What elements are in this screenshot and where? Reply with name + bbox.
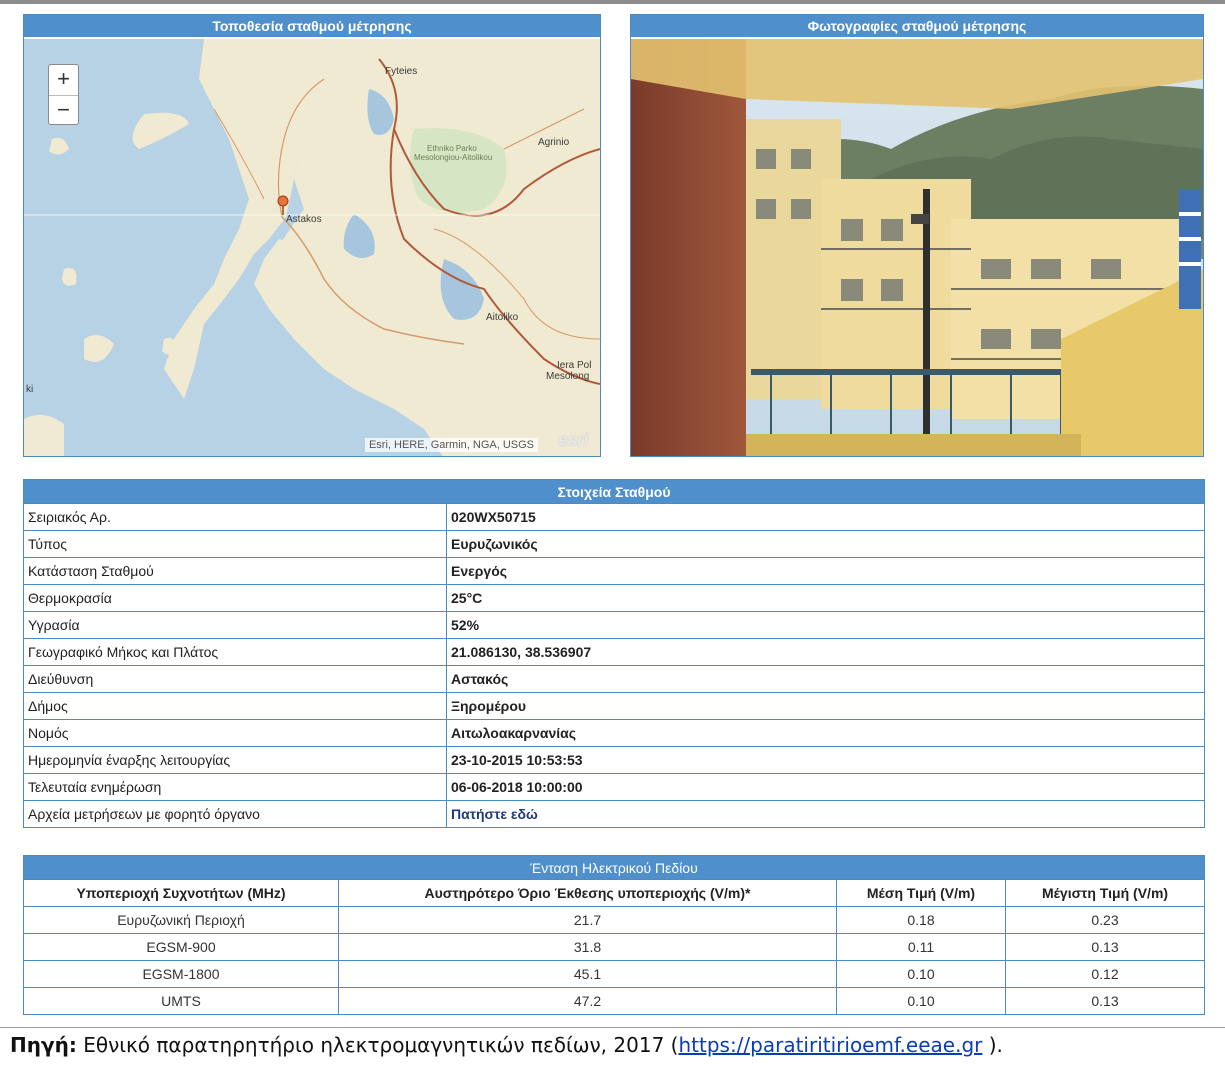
field-row: EGSM-1800 45.1 0.10 0.12: [23, 960, 1205, 988]
map-label-astakos: Astakos: [286, 214, 322, 225]
map-canvas[interactable]: [24, 39, 600, 456]
map-label-mesolongi: Mesolong: [546, 371, 590, 382]
station-row-value: Αιτωλοακαρνανίας: [446, 719, 1205, 747]
station-row-value: Αστακός: [446, 665, 1205, 693]
station-row-value: Ενεργός: [446, 557, 1205, 585]
zoom-in-button[interactable]: +: [49, 65, 78, 95]
station-details-table: Στοιχεία Σταθμού Σειριακός Αρ. 020WX50715…: [23, 479, 1205, 828]
map-view[interactable]: Fyteies Agrinio Ethniko Parko Mesolongio…: [24, 39, 600, 456]
station-row-value: Ξηρομέρου: [446, 692, 1205, 720]
station-row: Ημερομηνία έναρξης λειτουργίας 23-10-2015…: [23, 746, 1205, 774]
field-row: EGSM-900 31.8 0.11 0.13: [23, 933, 1205, 961]
field-band-cell: UMTS: [23, 987, 339, 1015]
station-row-value: 21.086130, 38.536907: [446, 638, 1205, 666]
field-row: Ευρυζωνική Περιοχή 21.7 0.18 0.23: [23, 906, 1205, 934]
station-row-label: Δήμος: [23, 692, 447, 720]
station-row-label: Διεύθυνση: [23, 665, 447, 693]
zoom-out-button[interactable]: −: [49, 95, 78, 125]
station-photo-image: [631, 39, 1203, 456]
station-row-value: 020WX50715: [446, 503, 1205, 531]
station-row-value: 06-06-2018 10:00:00: [446, 773, 1205, 801]
field-band-cell: Ευρυζωνική Περιοχή: [23, 906, 339, 934]
station-row-label: Τελευταία ενημέρωση: [23, 773, 447, 801]
field-max-cell: 0.13: [1005, 987, 1205, 1015]
esri-logo: esri: [557, 430, 589, 450]
map-label-ki: ki: [26, 384, 34, 395]
map-label-fyteies: Fyteies: [385, 66, 418, 77]
station-table-title: Στοιχεία Σταθμού: [23, 479, 1205, 504]
photo-panel-title: Φωτογραφίες σταθμού μέτρησης: [631, 15, 1203, 37]
field-band-cell: EGSM-900: [23, 933, 339, 961]
station-row: Τύπος Ευρυζωνικός: [23, 530, 1205, 558]
field-max-cell: 0.13: [1005, 933, 1205, 961]
map-label-aitoliko: Aitoliko: [486, 312, 519, 323]
map-label-agrinio: Agrinio: [538, 137, 570, 148]
station-row-value: 52%: [446, 611, 1205, 639]
station-row: Γεωγραφικό Μήκος και Πλάτος 21.086130, 38…: [23, 638, 1205, 666]
station-row-label: Θερμοκρασία: [23, 584, 447, 612]
field-max-cell: 0.12: [1005, 960, 1205, 988]
source-link[interactable]: https://paratiritirioemf.eeae.gr: [678, 1033, 982, 1057]
station-row: Κατάσταση Σταθμού Ενεργός: [23, 557, 1205, 585]
station-photo[interactable]: [631, 39, 1203, 456]
field-limit-cell: 31.8: [338, 933, 837, 961]
field-mean-cell: 0.10: [836, 987, 1006, 1015]
station-row: Θερμοκρασία 25°C: [23, 584, 1205, 612]
field-strength-table: Ένταση Ηλεκτρικού Πεδίου Υποπεριοχή Συχν…: [23, 855, 1205, 1015]
station-row-label: Νομός: [23, 719, 447, 747]
map-label-park: Ethniko Parko: [427, 144, 477, 153]
station-row-value: 25°C: [446, 584, 1205, 612]
map-panel-title: Τοποθεσία σταθμού μέτρησης: [24, 15, 600, 37]
station-row: Αρχεία μετρήσεων με φορητό όργανο Πατήστε…: [23, 800, 1205, 828]
station-row-label: Κατάσταση Σταθμού: [23, 557, 447, 585]
station-row: Δήμος Ξηρομέρου: [23, 692, 1205, 720]
field-row: UMTS 47.2 0.10 0.13: [23, 987, 1205, 1015]
source-note: Πηγή: Εθνικό παρατηρητήριο ηλεκτρομαγνητ…: [10, 1033, 1003, 1057]
source-label: Πηγή:: [10, 1033, 77, 1057]
top-rule: [0, 0, 1225, 4]
map-label-iera: Iera Pol: [557, 360, 592, 371]
source-text: Εθνικό παρατηρητήριο ηλεκτρομαγνητικών π…: [76, 1033, 679, 1057]
station-row-label: Σειριακός Αρ.: [23, 503, 447, 531]
field-limit-cell: 47.2: [338, 987, 837, 1015]
station-row: Διεύθυνση Αστακός: [23, 665, 1205, 693]
station-row: Υγρασία 52%: [23, 611, 1205, 639]
measurement-files-link[interactable]: Πατήστε εδώ: [451, 806, 538, 822]
field-table-title: Ένταση Ηλεκτρικού Πεδίου: [23, 855, 1205, 880]
field-mean-cell: 0.10: [836, 960, 1006, 988]
col-mean-value: Μέση Τιμή (V/m): [836, 879, 1006, 907]
col-exposure-limit: Αυστηρότερο Όριο Έκθεσης υποπεριοχής (V/…: [338, 879, 837, 907]
station-row-value: Ευρυζωνικός: [446, 530, 1205, 558]
field-mean-cell: 0.18: [836, 906, 1006, 934]
map-panel: Τοποθεσία σταθμού μέτρησης Fyteies Agrin…: [23, 14, 601, 457]
col-frequency-band: Υποπεριοχή Συχνοτήτων (MHz): [23, 879, 339, 907]
field-limit-cell: 45.1: [338, 960, 837, 988]
source-divider: [0, 1027, 1225, 1028]
station-row: Σειριακός Αρ. 020WX50715: [23, 503, 1205, 531]
station-row-label: Αρχεία μετρήσεων με φορητό όργανο: [23, 800, 447, 828]
station-row-label: Ημερομηνία έναρξης λειτουργίας: [23, 746, 447, 774]
field-band-cell: EGSM-1800: [23, 960, 339, 988]
field-limit-cell: 21.7: [338, 906, 837, 934]
station-row: Νομός Αιτωλοακαρνανίας: [23, 719, 1205, 747]
col-max-value: Μέγιστη Τιμή (V/m): [1005, 879, 1205, 907]
source-close: ).: [982, 1033, 1003, 1057]
station-row-label: Υγρασία: [23, 611, 447, 639]
station-row-value: 23-10-2015 10:53:53: [446, 746, 1205, 774]
station-row: Τελευταία ενημέρωση 06-06-2018 10:00:00: [23, 773, 1205, 801]
zoom-control: + −: [48, 64, 79, 125]
field-mean-cell: 0.11: [836, 933, 1006, 961]
station-row-label: Γεωγραφικό Μήκος και Πλάτος: [23, 638, 447, 666]
station-row-label: Τύπος: [23, 530, 447, 558]
station-row-value: Πατήστε εδώ: [446, 800, 1205, 828]
field-max-cell: 0.23: [1005, 906, 1205, 934]
map-label-park-name: Mesolongiou-Aitolikou: [414, 153, 493, 162]
photo-panel: Φωτογραφίες σταθμού μέτρησης: [630, 14, 1204, 457]
map-attribution: Esri, HERE, Garmin, NGA, USGS: [364, 438, 538, 452]
